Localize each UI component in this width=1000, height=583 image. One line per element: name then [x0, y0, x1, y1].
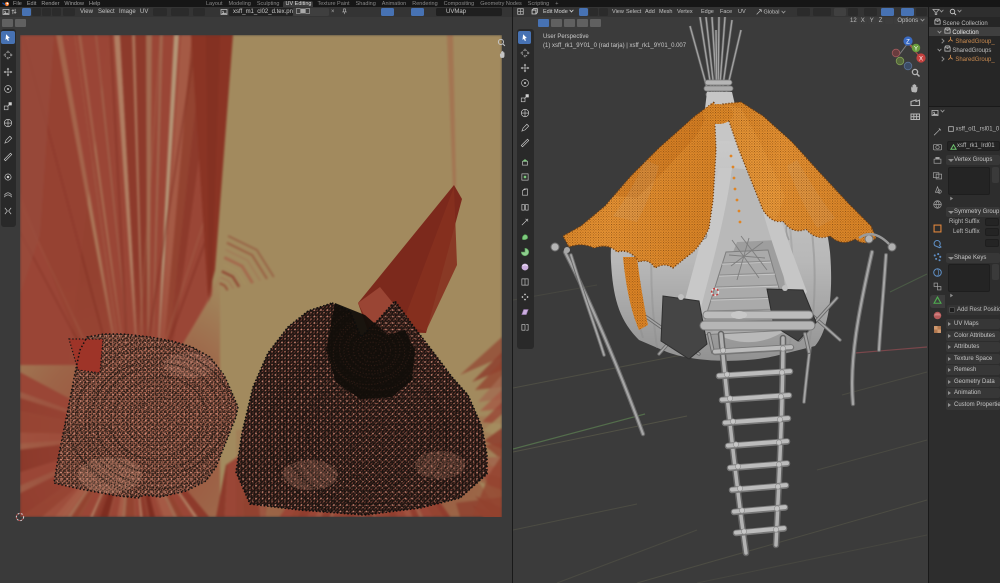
svg-text:Z: Z — [906, 39, 910, 45]
svg-text:Y: Y — [914, 46, 918, 52]
svg-text:X: X — [919, 56, 923, 62]
